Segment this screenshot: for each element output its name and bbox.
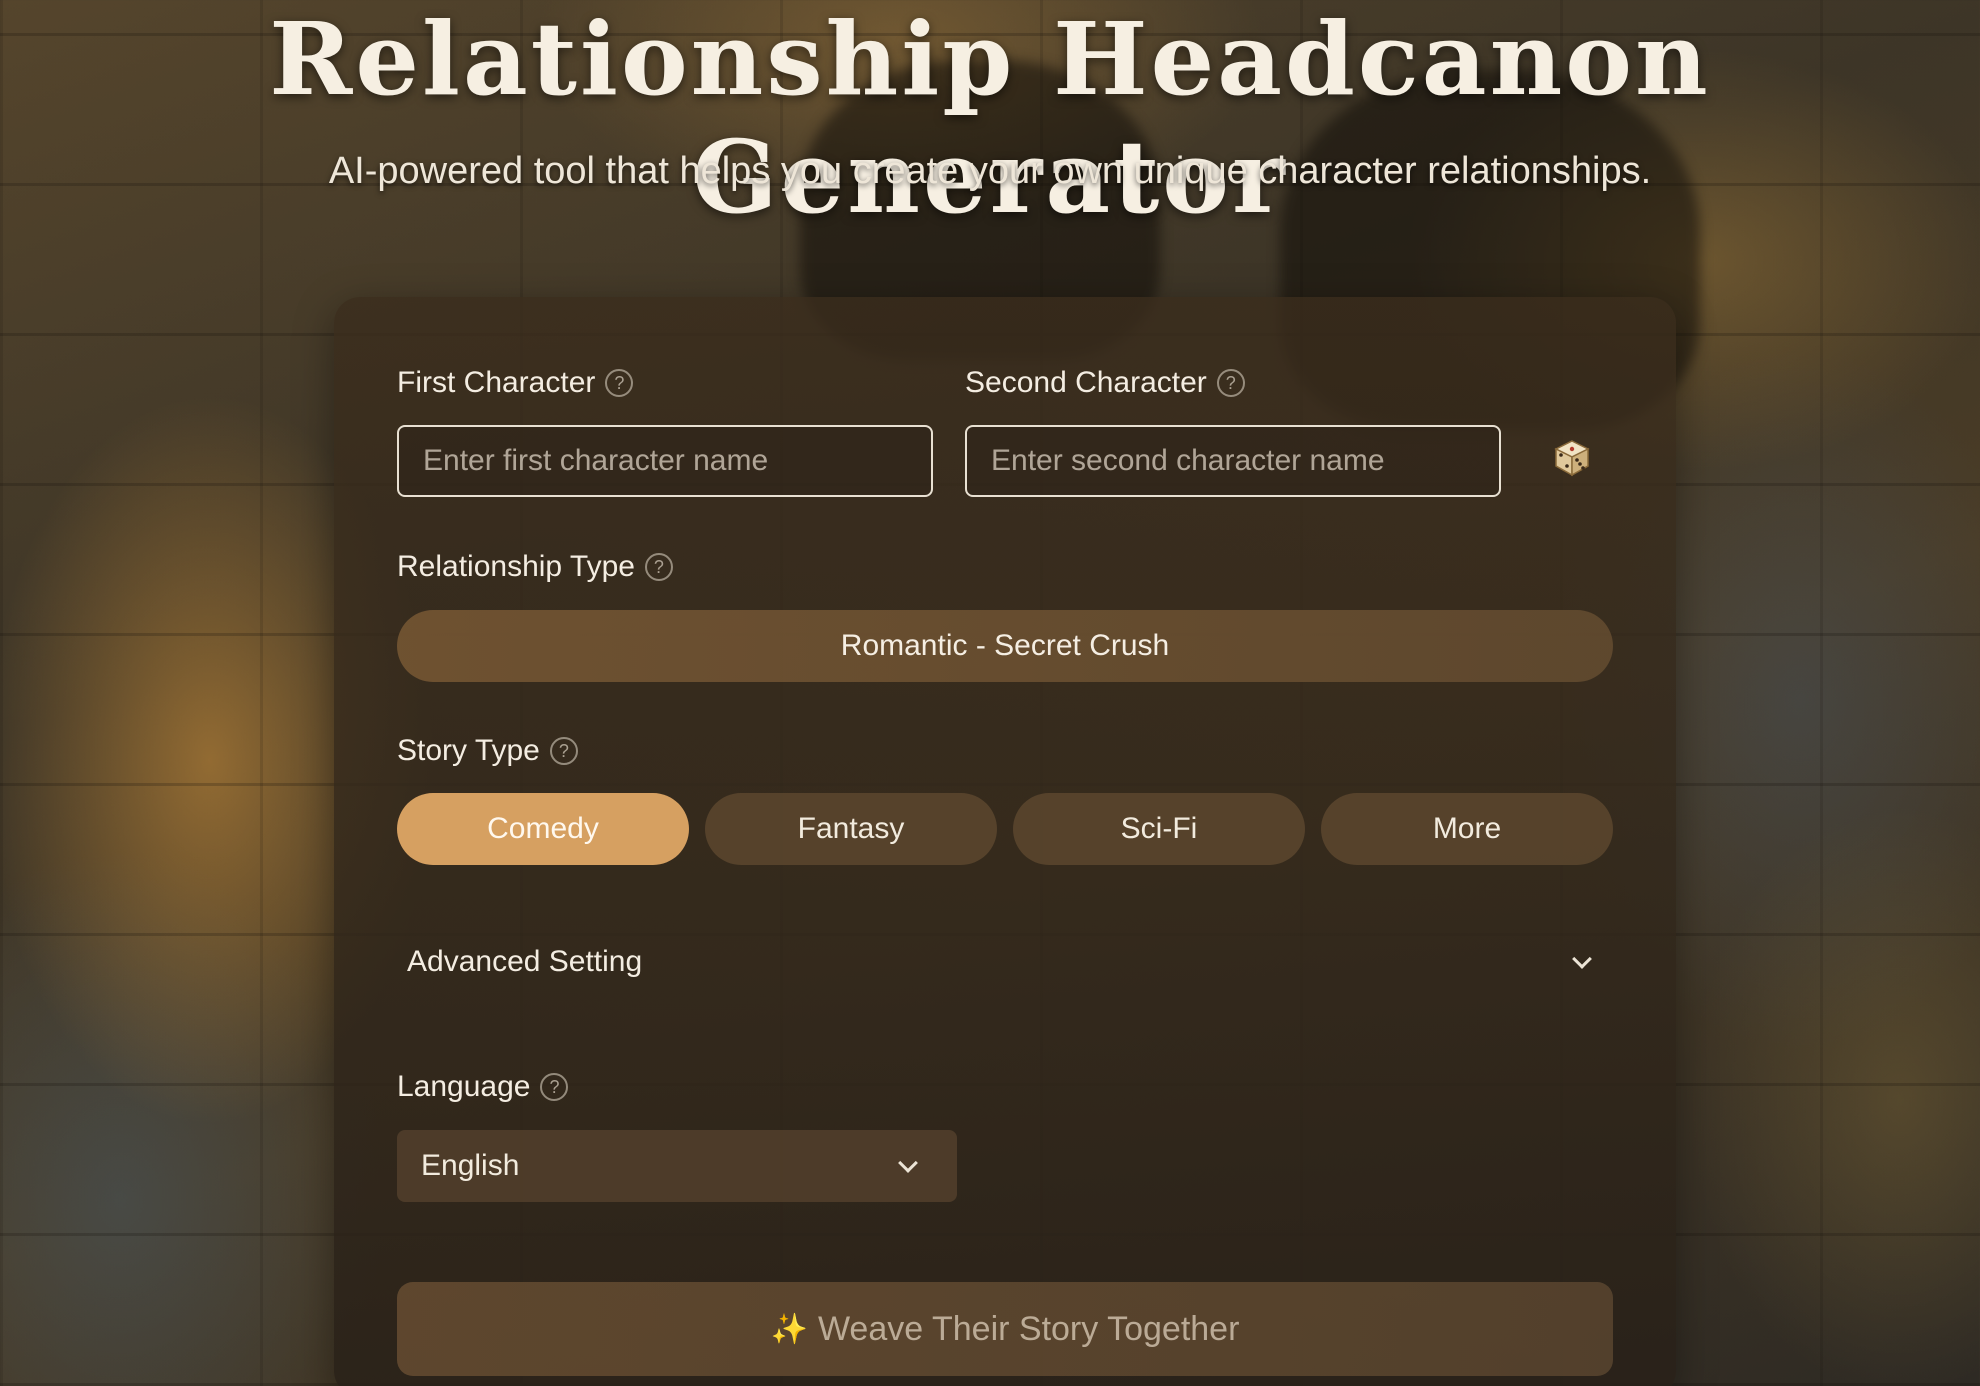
page-title: Relationship Headcanon Generator [269,0,1711,236]
advanced-setting-label: Advanced Setting [407,945,643,978]
relationship-type-selector[interactable]: Romantic - Secret Crush [397,610,1613,682]
language-selected-value: English [421,1149,520,1182]
help-icon[interactable]: ? [644,553,673,581]
second-character-input[interactable] [965,425,1501,497]
page-subtitle: AI-powered tool that helps you create yo… [328,150,1652,192]
story-type-scifi-button[interactable]: Sci-Fi [1013,793,1305,865]
help-icon[interactable]: ? [549,737,578,765]
first-character-label: First Character ? [397,366,634,400]
relationship-type-value: Romantic - Secret Crush [840,629,1170,662]
chevron-down-icon [1572,949,1592,969]
relationship-type-label-text: Relationship Type [397,550,635,583]
story-type-more-button[interactable]: More [1321,793,1613,865]
help-icon[interactable]: ? [1216,369,1245,397]
help-icon[interactable]: ? [605,369,634,397]
sparkle-icon: ✨ [770,1312,808,1346]
relationship-type-label: Relationship Type ? [397,550,673,584]
help-icon[interactable]: ? [540,1073,569,1101]
weave-story-button-label: Weave Their Story Together [817,1309,1240,1348]
advanced-setting-toggle[interactable]: Advanced Setting [397,930,1613,994]
story-type-comedy-button[interactable]: Comedy [397,793,689,865]
language-label-text: Language [397,1070,531,1103]
story-type-fantasy-button[interactable]: Fantasy [705,793,997,865]
language-select[interactable]: English [397,1130,957,1202]
story-type-label: Story Type ? [397,734,578,768]
dice-icon[interactable] [1552,438,1592,478]
second-character-label-text: Second Character [965,366,1207,399]
first-character-input[interactable] [397,425,933,497]
second-character-label: Second Character ? [965,366,1245,400]
first-character-label-text: First Character [397,366,596,399]
chevron-down-icon [898,1153,918,1173]
language-label: Language ? [397,1070,569,1104]
weave-story-button[interactable]: ✨ Weave Their Story Together [397,1282,1613,1376]
story-type-label-text: Story Type [397,734,540,767]
